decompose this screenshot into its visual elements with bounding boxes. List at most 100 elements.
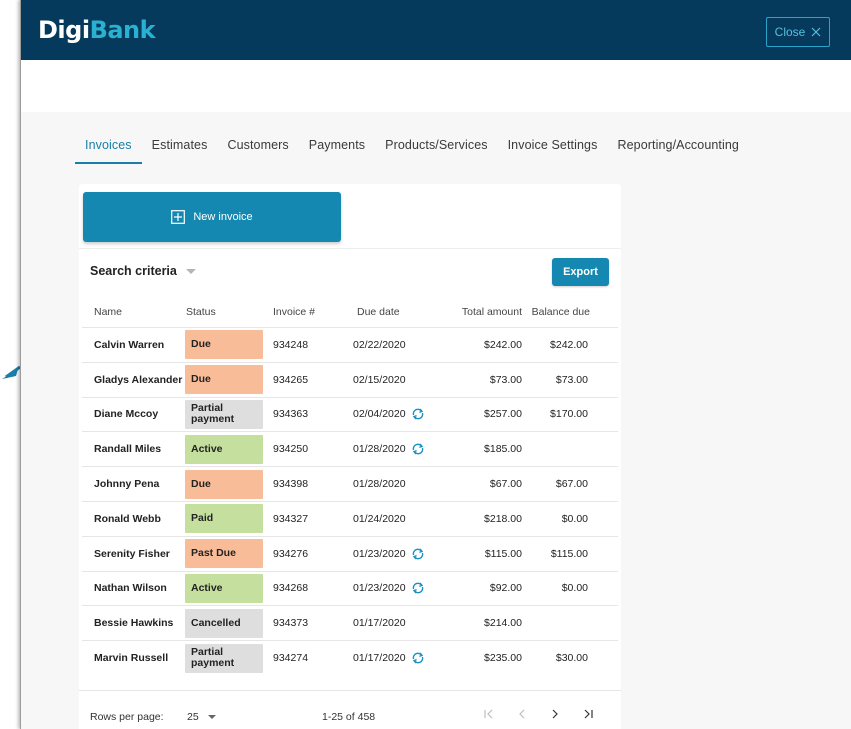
total-amount: $218.00 xyxy=(484,512,522,525)
tab-customers[interactable]: Customers xyxy=(217,136,298,164)
recurring-sync-icon xyxy=(412,652,423,664)
recurring-sync-icon xyxy=(412,548,423,560)
table-row[interactable]: Ronald Webb Paid 934327 01/24/2020 $218.00 $0… xyxy=(82,500,618,536)
status-badge: Due xyxy=(185,330,263,360)
export-button[interactable]: Export xyxy=(552,258,609,286)
customer-name[interactable]: Serenity Fisher xyxy=(82,548,183,560)
customer-name[interactable]: Diane Mccoy xyxy=(82,408,183,420)
header-spacer xyxy=(21,60,851,112)
column-header-total[interactable]: Total amount xyxy=(438,306,526,318)
invoice-number[interactable]: 934250 xyxy=(268,443,333,455)
recurring-sync-icon xyxy=(412,583,423,594)
due-date: 01/23/2020 xyxy=(353,582,406,595)
invoice-number[interactable]: 934274 xyxy=(268,652,333,664)
table-row[interactable]: Calvin Warren Due 934248 02/22/2020 $242.00 $… xyxy=(82,327,618,362)
customer-name[interactable]: Johnny Pena xyxy=(82,478,183,490)
customer-name[interactable]: Calvin Warren xyxy=(82,339,183,351)
table-row[interactable]: Johnny Pena Due 934398 01/28/2020 $67.00 $67.… xyxy=(82,466,618,501)
customer-name[interactable]: Bessie Hawkins xyxy=(82,617,183,629)
column-header-name[interactable]: Name xyxy=(82,306,183,318)
customer-name[interactable]: Randall Miles xyxy=(82,443,183,455)
invoice-number[interactable]: 934248 xyxy=(268,339,333,351)
total-amount: $67.00 xyxy=(489,478,522,491)
total-amount: $92.00 xyxy=(489,582,522,595)
status-badge: Past Due xyxy=(185,539,263,569)
due-date: 01/28/2020 xyxy=(353,443,406,456)
invoice-number[interactable]: 934276 xyxy=(268,548,333,560)
due-date: 01/24/2020 xyxy=(353,512,406,525)
status-badge: Cancelled xyxy=(185,608,263,638)
due-date-cell: 01/17/2020 xyxy=(333,617,438,629)
status-cell: Active xyxy=(183,434,268,464)
table-row[interactable]: Marvin Russell Partial payment 934274 01/17… xyxy=(82,640,618,675)
status-cell: Due xyxy=(183,365,268,395)
recurring-sync-icon xyxy=(412,443,423,455)
table-row[interactable]: Randall Miles Active 934250 01/28/2020 $185.… xyxy=(82,431,618,466)
due-date: 01/28/2020 xyxy=(353,478,406,491)
due-date: 02/04/2020 xyxy=(353,408,406,421)
status-badge: Active xyxy=(185,573,263,603)
customer-name[interactable]: Ronald Webb xyxy=(82,513,183,525)
table-row[interactable]: Gladys Alexander Due 934265 02/15/2020 $73.0… xyxy=(82,361,618,397)
column-header-due-date[interactable]: Due date xyxy=(333,306,438,318)
table-row[interactable]: Nathan Wilson Active 934268 01/23/2020 $92.0… xyxy=(82,570,618,606)
tab-invoice-settings[interactable]: Invoice Settings xyxy=(498,136,608,164)
customer-name[interactable]: Nathan Wilson xyxy=(82,582,183,594)
page-range: 1-25 of 458 xyxy=(322,711,376,723)
due-date-cell: 01/24/2020 xyxy=(333,513,438,525)
total-amount: $235.00 xyxy=(484,652,522,665)
customer-name[interactable]: Gladys Alexander xyxy=(82,374,183,386)
tab-estimates[interactable]: Estimates xyxy=(142,136,218,164)
top-bar: DigiBank Close xyxy=(21,0,851,60)
invoice-table: Name Status Invoice # Due date Total amo… xyxy=(82,297,618,675)
column-header-status[interactable]: Status xyxy=(183,306,268,318)
column-header-invoice[interactable]: Invoice # xyxy=(268,306,333,318)
status-badge: Paid xyxy=(185,504,263,534)
due-date-cell: 02/04/2020 xyxy=(333,408,438,420)
tab-payments[interactable]: Payments xyxy=(299,136,375,164)
invoice-number[interactable]: 934265 xyxy=(268,374,333,386)
status-badge: Due xyxy=(185,469,263,499)
first-page-icon[interactable] xyxy=(482,707,496,721)
invoice-number[interactable]: 934398 xyxy=(268,478,333,490)
tab-reporting-accounting[interactable]: Reporting/Accounting xyxy=(607,136,749,164)
table-row[interactable]: Diane Mccoy Partial payment 934363 02/04/20… xyxy=(82,396,618,432)
total-amount: $214.00 xyxy=(484,617,522,630)
search-criteria-label: Search criteria xyxy=(90,264,177,278)
total-amount: $115.00 xyxy=(484,547,522,560)
balance-due: $0.00 xyxy=(561,582,588,595)
status-cell: Partial payment xyxy=(183,399,268,429)
recurring-sync-icon xyxy=(412,409,423,420)
tab-products-services[interactable]: Products/Services xyxy=(375,136,497,164)
plus-square-icon xyxy=(171,210,186,224)
close-button[interactable]: Close xyxy=(766,17,830,47)
status-cell: Paid xyxy=(183,504,268,534)
search-criteria-toggle[interactable]: Search criteria xyxy=(90,264,196,278)
invoice-number[interactable]: 934373 xyxy=(268,617,333,629)
invoice-number[interactable]: 934268 xyxy=(268,582,333,594)
due-date-cell: 01/23/2020 xyxy=(333,582,438,594)
status-cell: Due xyxy=(183,469,268,499)
balance-due: $67.00 xyxy=(555,478,588,491)
invoice-number[interactable]: 934363 xyxy=(268,408,333,420)
status-cell: Past Due xyxy=(183,539,268,569)
table-row[interactable]: Serenity Fisher Past Due 934276 01/23/2020 $… xyxy=(82,535,618,571)
previous-page-icon[interactable] xyxy=(515,707,529,721)
last-page-icon[interactable] xyxy=(581,707,595,721)
chevron-down-icon xyxy=(207,715,216,719)
customer-name[interactable]: Marvin Russell xyxy=(82,652,183,664)
due-date-cell: 01/28/2020 xyxy=(333,443,438,455)
invoice-number[interactable]: 934327 xyxy=(268,513,333,525)
table-body: Calvin Warren Due 934248 02/22/2020 $242.00 $… xyxy=(82,327,618,675)
total-amount: $257.00 xyxy=(484,408,522,421)
new-invoice-button[interactable]: New invoice xyxy=(83,192,341,242)
next-page-icon[interactable] xyxy=(548,707,562,721)
table-row[interactable]: Bessie Hawkins Cancelled 934373 01/17/2020 $… xyxy=(82,605,618,640)
invoice-card: New invoice Search criteria Export Name … xyxy=(79,184,621,729)
total-amount: $185.00 xyxy=(484,443,522,456)
column-header-balance[interactable]: Balance due xyxy=(526,306,612,318)
tab-invoices[interactable]: Invoices xyxy=(75,136,142,164)
pointer-arrow-icon xyxy=(2,365,21,379)
balance-due: $242.00 xyxy=(550,338,588,351)
rows-per-page-select[interactable]: 25 xyxy=(187,711,216,723)
